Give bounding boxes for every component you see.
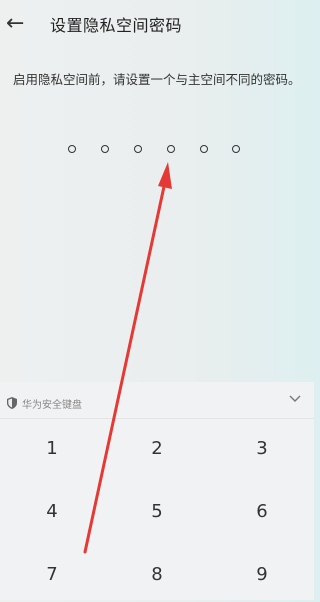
- pin-dot: [68, 145, 76, 153]
- header: ← 设置隐私空间密码: [0, 0, 314, 48]
- keyboard-name: 华为安全键盘: [22, 400, 82, 411]
- key-8[interactable]: 8: [105, 546, 209, 602]
- key-4[interactable]: 4: [0, 483, 104, 539]
- pin-indicator[interactable]: [0, 142, 314, 158]
- key-3[interactable]: 3: [210, 420, 314, 476]
- pin-dot: [232, 145, 240, 153]
- pin-dot: [200, 145, 208, 153]
- key-5[interactable]: 5: [105, 483, 209, 539]
- key-7[interactable]: 7: [0, 546, 104, 602]
- keyboard-header: 华为安全键盘: [0, 382, 314, 419]
- shield-icon: [7, 397, 17, 409]
- key-1[interactable]: 1: [0, 420, 104, 476]
- key-9[interactable]: 9: [210, 546, 314, 602]
- pin-dot: [101, 145, 109, 153]
- pin-dot: [134, 145, 142, 153]
- chevron-down-icon[interactable]: [288, 391, 302, 405]
- page-title: 设置隐私空间密码: [50, 16, 183, 35]
- key-2[interactable]: 2: [105, 420, 209, 476]
- instruction-text: 启用隐私空间前，请设置一个与主空间不同的密码。: [13, 72, 301, 87]
- arrow-left-icon[interactable]: ←: [6, 12, 30, 36]
- key-6[interactable]: 6: [210, 483, 314, 539]
- secure-keyboard: 华为安全键盘 1 2 3 4 5 6 7 8 9: [0, 382, 314, 600]
- pin-dot: [167, 145, 175, 153]
